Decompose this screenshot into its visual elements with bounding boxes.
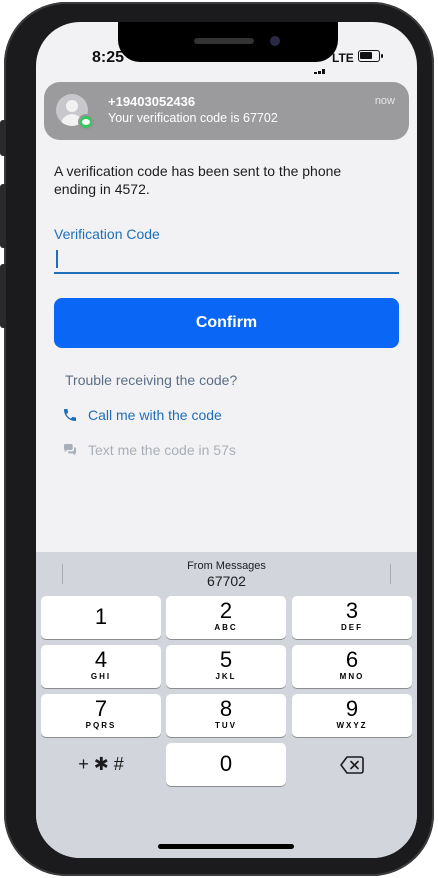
key-digit: 8	[219, 696, 233, 721]
key-digit: 6	[345, 647, 359, 672]
status-time: 8:25	[92, 49, 125, 66]
key-5[interactable]: 5 JKL	[166, 645, 286, 688]
key-letters: MNO	[339, 672, 365, 681]
autofill-suggestion[interactable]: From Messages 67702	[36, 552, 417, 594]
key-letters: JKL	[215, 672, 237, 681]
key-letters: WXYZ	[336, 721, 368, 730]
numeric-keyboard: From Messages 67702 1 2 ABC 3 DEF 4 GHI …	[36, 552, 417, 858]
phone-frame: 8:25 LTE +19403052436 Your verification …	[0, 2, 434, 876]
text-cursor	[56, 250, 58, 268]
suggestion-source: From Messages	[187, 560, 266, 572]
notification-message: Your verification code is 67702	[108, 111, 278, 125]
key-2[interactable]: 2 ABC	[166, 596, 286, 639]
symbols-label: + ✱ #	[78, 754, 124, 774]
messages-app-icon	[78, 114, 94, 130]
key-digit: 5	[219, 647, 233, 672]
notification-sender: +19403052436	[108, 94, 196, 109]
key-digit: 4	[94, 647, 108, 672]
notch	[118, 22, 338, 62]
trouble-text: Trouble receiving the code?	[65, 372, 238, 388]
key-digit: 9	[345, 696, 359, 721]
key-0[interactable]: 0	[166, 743, 286, 786]
suggestion-divider-right	[390, 564, 391, 584]
key-6[interactable]: 6 MNO	[292, 645, 412, 688]
key-8[interactable]: 8 TUV	[166, 694, 286, 737]
delete-key[interactable]	[292, 743, 412, 786]
notification-time: now	[374, 95, 395, 107]
chat-bubbles-icon	[64, 444, 76, 456]
home-indicator[interactable]	[158, 844, 294, 849]
text-me-label: Text me the code in 57s	[88, 442, 236, 458]
front-camera	[270, 36, 280, 46]
key-1[interactable]: 1	[41, 596, 161, 639]
mute-switch	[0, 120, 6, 156]
verification-code-label: Verification Code	[54, 226, 160, 242]
suggestion-code: 67702	[207, 573, 246, 589]
key-digit: 1	[94, 604, 108, 629]
key-digit: 0	[219, 751, 233, 776]
phone-icon	[64, 409, 76, 421]
key-4[interactable]: 4 GHI	[41, 645, 161, 688]
key-3[interactable]: 3 DEF	[292, 596, 412, 639]
verification-code-input[interactable]	[54, 246, 399, 274]
info-text: A verification code has been sent to the…	[54, 163, 342, 197]
key-letters: GHI	[90, 672, 112, 681]
symbols-key[interactable]: + ✱ #	[41, 743, 161, 786]
key-letters: PQRS	[85, 721, 117, 730]
volume-up-button	[0, 184, 6, 248]
key-digit: 7	[94, 696, 108, 721]
key-letters: TUV	[215, 721, 237, 730]
backspace-icon	[340, 756, 364, 774]
volume-down-button	[0, 264, 6, 328]
confirm-button[interactable]: Confirm	[54, 298, 399, 348]
key-digit: 2	[219, 598, 233, 623]
network-type: LTE	[332, 51, 354, 65]
key-letters: ABC	[214, 623, 238, 632]
key-digit: 3	[345, 598, 359, 623]
key-9[interactable]: 9 WXYZ	[292, 694, 412, 737]
screen: 8:25 LTE +19403052436 Your verification …	[36, 22, 417, 858]
battery-icon	[358, 50, 383, 62]
text-me-link: Text me the code in 57s	[62, 440, 236, 460]
call-me-label: Call me with the code	[88, 407, 222, 423]
key-letters: DEF	[341, 623, 363, 632]
call-me-link[interactable]: Call me with the code	[62, 405, 222, 425]
sms-notification-banner[interactable]: +19403052436 Your verification code is 6…	[44, 82, 409, 140]
key-7[interactable]: 7 PQRS	[41, 694, 161, 737]
speaker-grille	[194, 38, 254, 44]
